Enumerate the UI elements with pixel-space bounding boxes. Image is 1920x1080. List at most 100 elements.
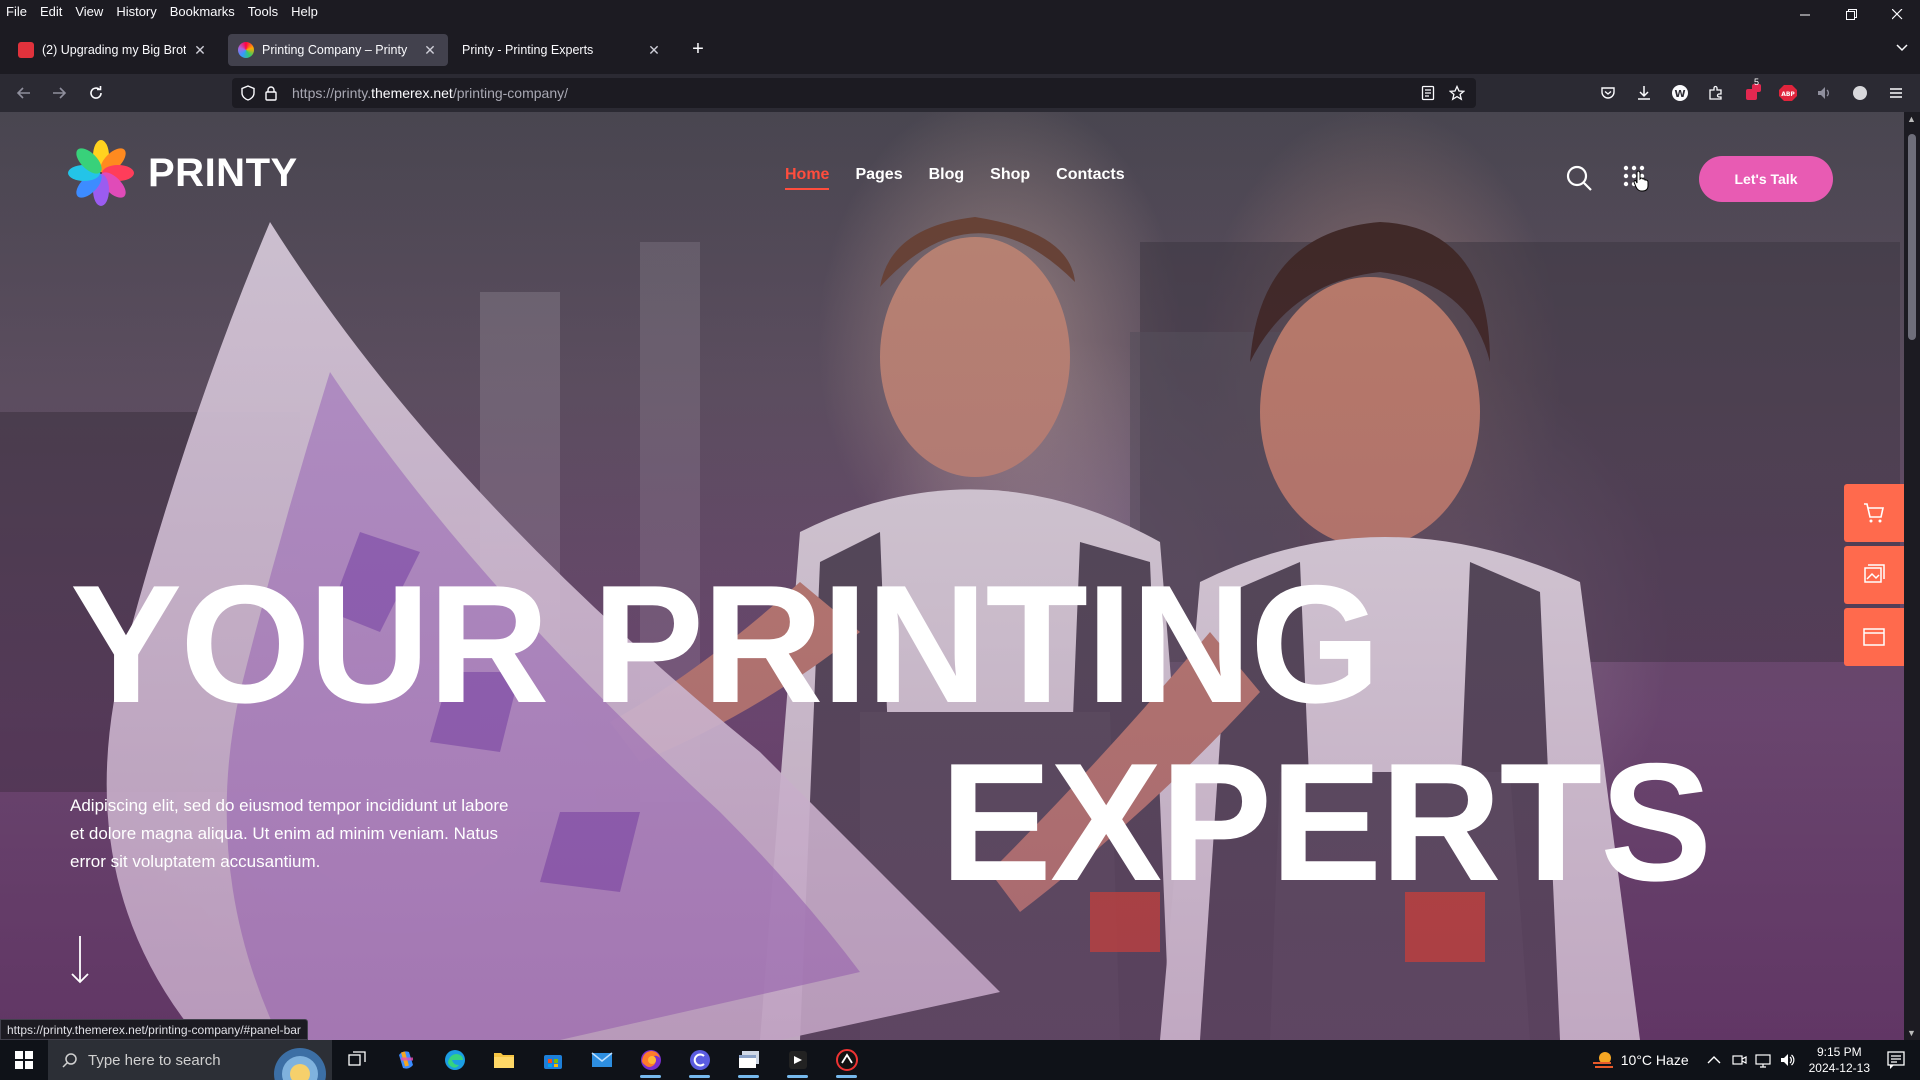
taskbar-search-box[interactable]: Type here to search bbox=[48, 1040, 332, 1080]
nav-item-shop[interactable]: Shop bbox=[990, 166, 1030, 184]
restore-icon bbox=[1845, 8, 1857, 20]
list-all-tabs-button[interactable] bbox=[1896, 40, 1908, 55]
menu-edit[interactable]: Edit bbox=[40, 4, 62, 19]
copilot-button[interactable] bbox=[381, 1040, 430, 1080]
nav-item-pages[interactable]: Pages bbox=[855, 166, 902, 184]
scroll-down-arrow-icon[interactable]: ▼ bbox=[1907, 1028, 1916, 1038]
url-domain: themerex.net bbox=[371, 85, 453, 101]
search-icon[interactable] bbox=[1565, 164, 1593, 192]
downloads-button[interactable] bbox=[1632, 81, 1656, 105]
scroll-down-arrow-icon[interactable] bbox=[70, 936, 90, 984]
abp-icon: ABP bbox=[1779, 85, 1797, 101]
scroll-up-arrow-icon[interactable]: ▲ bbox=[1907, 114, 1916, 124]
scrollbar-thumb[interactable] bbox=[1908, 134, 1916, 340]
firefox-icon bbox=[640, 1050, 661, 1070]
volume-icon[interactable] bbox=[1779, 1052, 1795, 1068]
svg-text:ABP: ABP bbox=[1781, 91, 1795, 98]
app-window-button[interactable] bbox=[724, 1040, 773, 1080]
close-window-button[interactable] bbox=[1874, 0, 1920, 28]
extension-w-button[interactable]: W bbox=[1668, 81, 1692, 105]
menu-help[interactable]: Help bbox=[291, 4, 318, 19]
back-button[interactable] bbox=[11, 80, 37, 106]
nav-item-home[interactable]: Home bbox=[785, 166, 830, 190]
nav-item-contacts[interactable]: Contacts bbox=[1056, 166, 1124, 184]
bookmark-star-icon[interactable] bbox=[1449, 85, 1465, 101]
menu-bookmarks[interactable]: Bookmarks bbox=[170, 4, 235, 19]
tab-title: Printy - Printing Experts bbox=[462, 43, 594, 57]
restore-button[interactable] bbox=[1828, 0, 1874, 28]
mute-button[interactable] bbox=[1812, 81, 1836, 105]
app-c-button[interactable] bbox=[675, 1040, 724, 1080]
extension-red-button[interactable]: 5 bbox=[1740, 77, 1764, 105]
menu-tools[interactable]: Tools bbox=[248, 4, 278, 19]
pocket-button[interactable] bbox=[1596, 81, 1620, 105]
w-extension-icon: W bbox=[1672, 85, 1688, 101]
windows-logo-icon bbox=[15, 1051, 33, 1069]
start-button[interactable] bbox=[0, 1040, 48, 1080]
image-gallery-icon bbox=[1864, 564, 1885, 583]
svg-text:W: W bbox=[1674, 89, 1685, 100]
tab-bar: (2) Upgrading my Big Brother's ✕ Printin… bbox=[0, 34, 1920, 66]
hero-intro-line: error sit voluptatem accusantium. bbox=[70, 852, 321, 871]
window-controls bbox=[1782, 0, 1920, 28]
url-text: https://printy.themerex.net/printing-com… bbox=[292, 85, 568, 101]
window-stack-icon bbox=[738, 1051, 759, 1068]
adblock-button[interactable]: ABP bbox=[1776, 81, 1800, 105]
extensions-button[interactable] bbox=[1704, 81, 1728, 105]
tab-close-icon[interactable]: ✕ bbox=[192, 42, 208, 59]
menu-history[interactable]: History bbox=[116, 4, 156, 19]
nav-item-blog[interactable]: Blog bbox=[929, 166, 965, 184]
reload-icon bbox=[90, 86, 102, 99]
arrow-right-icon bbox=[53, 87, 67, 99]
clock-date: 2024-12-13 bbox=[1808, 1061, 1870, 1075]
task-view-button[interactable] bbox=[332, 1040, 381, 1080]
taskbar-clock[interactable]: 9:15 PM 2024-12-13 bbox=[1809, 1044, 1870, 1076]
tab-printy-experts[interactable]: Printy - Printing Experts ✕ bbox=[452, 34, 672, 66]
profile-button[interactable] bbox=[1848, 81, 1872, 105]
firefox-button[interactable] bbox=[626, 1040, 675, 1080]
store-button[interactable] bbox=[528, 1040, 577, 1080]
network-icon[interactable] bbox=[1755, 1052, 1771, 1068]
system-tray: 10°C Haze 9:15 PM 2024-12-13 bbox=[1591, 1040, 1920, 1080]
weather-text[interactable]: 10°C Haze bbox=[1621, 1052, 1689, 1068]
app-dark-button[interactable] bbox=[773, 1040, 822, 1080]
app-menu-button[interactable] bbox=[1884, 81, 1908, 105]
edge-browser-icon bbox=[444, 1050, 465, 1070]
windows-taskbar: Type here to search 10°C Haze 9:15 PM 20… bbox=[0, 1040, 1920, 1080]
tab-printing-company[interactable]: Printing Company – Printy ✕ bbox=[228, 34, 448, 66]
tab-close-icon[interactable]: ✕ bbox=[422, 42, 438, 59]
chevron-up-icon[interactable] bbox=[1707, 1055, 1721, 1065]
new-tab-button[interactable]: + bbox=[686, 38, 710, 62]
chevron-down-icon bbox=[1896, 44, 1908, 52]
browser-window-icon bbox=[1863, 628, 1885, 646]
mail-button[interactable] bbox=[577, 1040, 626, 1080]
printy-favicon-icon bbox=[238, 42, 254, 58]
edge-button[interactable] bbox=[430, 1040, 479, 1080]
reader-view-icon[interactable] bbox=[1420, 85, 1436, 101]
app-red-button[interactable] bbox=[822, 1040, 871, 1080]
shield-icon[interactable] bbox=[240, 85, 256, 101]
menu-file[interactable]: File bbox=[6, 4, 27, 19]
side-cart-button[interactable] bbox=[1844, 484, 1904, 542]
tab-close-icon[interactable]: ✕ bbox=[646, 42, 662, 59]
c-app-icon bbox=[689, 1050, 710, 1070]
lets-talk-button[interactable]: Let's Talk bbox=[1699, 156, 1833, 202]
address-bar[interactable]: https://printy.themerex.net/printing-com… bbox=[232, 78, 1476, 108]
navigation-toolbar: https://printy.themerex.net/printing-com… bbox=[0, 74, 1920, 112]
side-layout-button[interactable] bbox=[1844, 608, 1904, 666]
reload-button[interactable] bbox=[83, 80, 109, 106]
hero-heading-line-2: EXPERTS bbox=[940, 728, 1712, 916]
page-scrollbar[interactable]: ▲ ▼ bbox=[1904, 112, 1920, 1040]
tab-youtube[interactable]: (2) Upgrading my Big Brother's ✕ bbox=[8, 34, 218, 66]
file-explorer-button[interactable] bbox=[479, 1040, 528, 1080]
meet-now-icon[interactable] bbox=[1731, 1052, 1747, 1068]
mail-icon bbox=[591, 1052, 612, 1067]
forward-button[interactable] bbox=[46, 80, 72, 106]
notification-center-icon[interactable] bbox=[1886, 1050, 1906, 1070]
account-icon bbox=[1853, 86, 1867, 100]
lock-icon[interactable] bbox=[264, 85, 278, 101]
menu-view[interactable]: View bbox=[75, 4, 103, 19]
minimize-button[interactable] bbox=[1782, 0, 1828, 28]
site-logo[interactable]: PRINTY bbox=[68, 140, 298, 206]
side-demos-button[interactable] bbox=[1844, 546, 1904, 604]
